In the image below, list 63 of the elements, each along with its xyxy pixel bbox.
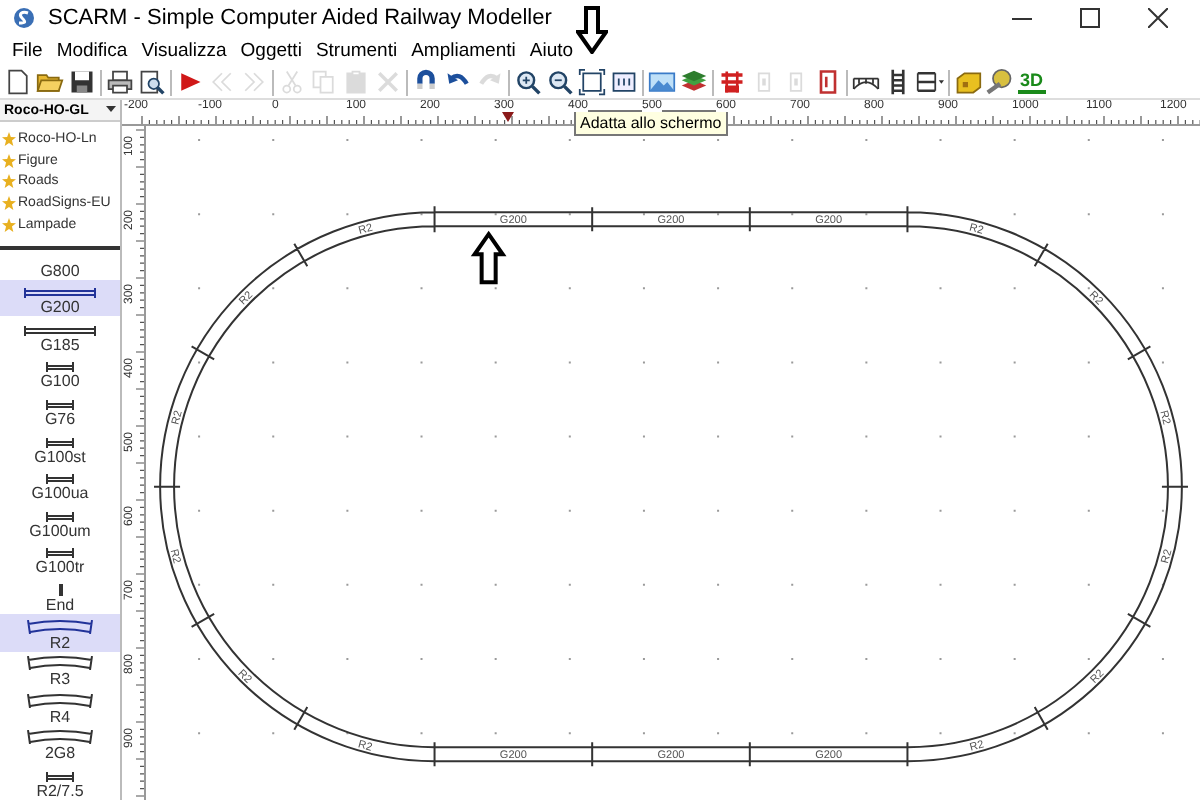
- landscape-icon[interactable]: [648, 68, 676, 96]
- app-logo-icon: [12, 6, 36, 30]
- track-palette-item[interactable]: G185: [0, 316, 120, 354]
- maximize-icon[interactable]: [1080, 8, 1100, 28]
- window-title: SCARM - Simple Computer Aided Railway Modeller: [48, 6, 554, 30]
- track-piece-icon: [46, 437, 74, 448]
- track-palette-item[interactable]: R2/7.5: [0, 762, 120, 800]
- tooltip: Adatta allo schermo: [574, 110, 728, 136]
- up-arrow-icon: [470, 230, 507, 285]
- zoom-out-icon[interactable]: [546, 68, 574, 96]
- box-icon[interactable]: [954, 68, 982, 96]
- page-magnifier-icon[interactable]: [138, 68, 166, 96]
- close-icon[interactable]: [1148, 8, 1168, 28]
- track-piece-icon: [57, 584, 63, 597]
- track-palette-item[interactable]: G200: [0, 279, 120, 317]
- track-piece-icon: [26, 656, 94, 671]
- printer-icon[interactable]: [106, 68, 134, 96]
- star-icon: [2, 217, 16, 232]
- track-piece-icon: [24, 288, 96, 299]
- layers-icon[interactable]: [680, 68, 708, 96]
- zoom-in-icon[interactable]: [514, 68, 542, 96]
- folder-icon[interactable]: [36, 68, 64, 96]
- track-piece-icon: [26, 730, 94, 745]
- track-piece-icon: [46, 474, 74, 485]
- track-palette-item[interactable]: G76: [0, 390, 120, 429]
- star-icon: [2, 196, 16, 211]
- menu-item[interactable]: Modifica: [50, 40, 134, 62]
- track-piece-icon: [46, 511, 74, 522]
- track-palette-item[interactable]: G100st: [0, 428, 120, 466]
- track-piece-icon: [46, 400, 74, 411]
- menu-item[interactable]: Visualizza: [135, 40, 233, 62]
- track-piece-icon: [24, 325, 96, 336]
- track-piece-icon: [46, 772, 74, 783]
- menu-item[interactable]: Aiuto: [523, 40, 580, 62]
- frame-icon[interactable]: [610, 68, 638, 96]
- track-palette-item[interactable]: G100: [0, 353, 120, 391]
- menu-item[interactable]: Ampliamenti: [405, 40, 522, 62]
- track-palette-item[interactable]: 2G8: [0, 725, 120, 763]
- track-palette-item[interactable]: G800: [0, 255, 120, 280]
- track-palette-item[interactable]: G100um: [0, 502, 120, 540]
- star-icon: [2, 131, 16, 146]
- track-palette-item[interactable]: R3: [0, 651, 120, 689]
- track-palette-item[interactable]: R4: [0, 688, 120, 726]
- track-palette-item[interactable]: G100tr: [0, 539, 120, 577]
- track-palette-item[interactable]: R2: [0, 614, 120, 652]
- star-icon: [2, 174, 16, 189]
- tape-measure-icon[interactable]: [986, 68, 1014, 96]
- track-palette-item[interactable]: G100ua: [0, 465, 120, 503]
- menu-item[interactable]: Strumenti: [309, 40, 404, 62]
- triangle-pointer-icon[interactable]: [176, 68, 204, 96]
- track-piece-icon: [46, 362, 74, 373]
- track-piece-icon: [26, 693, 94, 708]
- star-icon: [2, 153, 16, 168]
- frame-icon[interactable]: [814, 68, 842, 96]
- track-piece-icon: [46, 548, 74, 559]
- track-palette-item[interactable]: End: [0, 576, 120, 615]
- list-dropdown-icon[interactable]: [916, 68, 944, 96]
- 3d-view-button[interactable]: 3D: [1018, 70, 1046, 94]
- caret-icon: [106, 106, 116, 115]
- menu-item[interactable]: Oggetti: [234, 40, 308, 62]
- fit-frame-icon[interactable]: [578, 68, 606, 96]
- menu-item[interactable]: File: [6, 40, 49, 62]
- track-piece-icon: [26, 619, 94, 634]
